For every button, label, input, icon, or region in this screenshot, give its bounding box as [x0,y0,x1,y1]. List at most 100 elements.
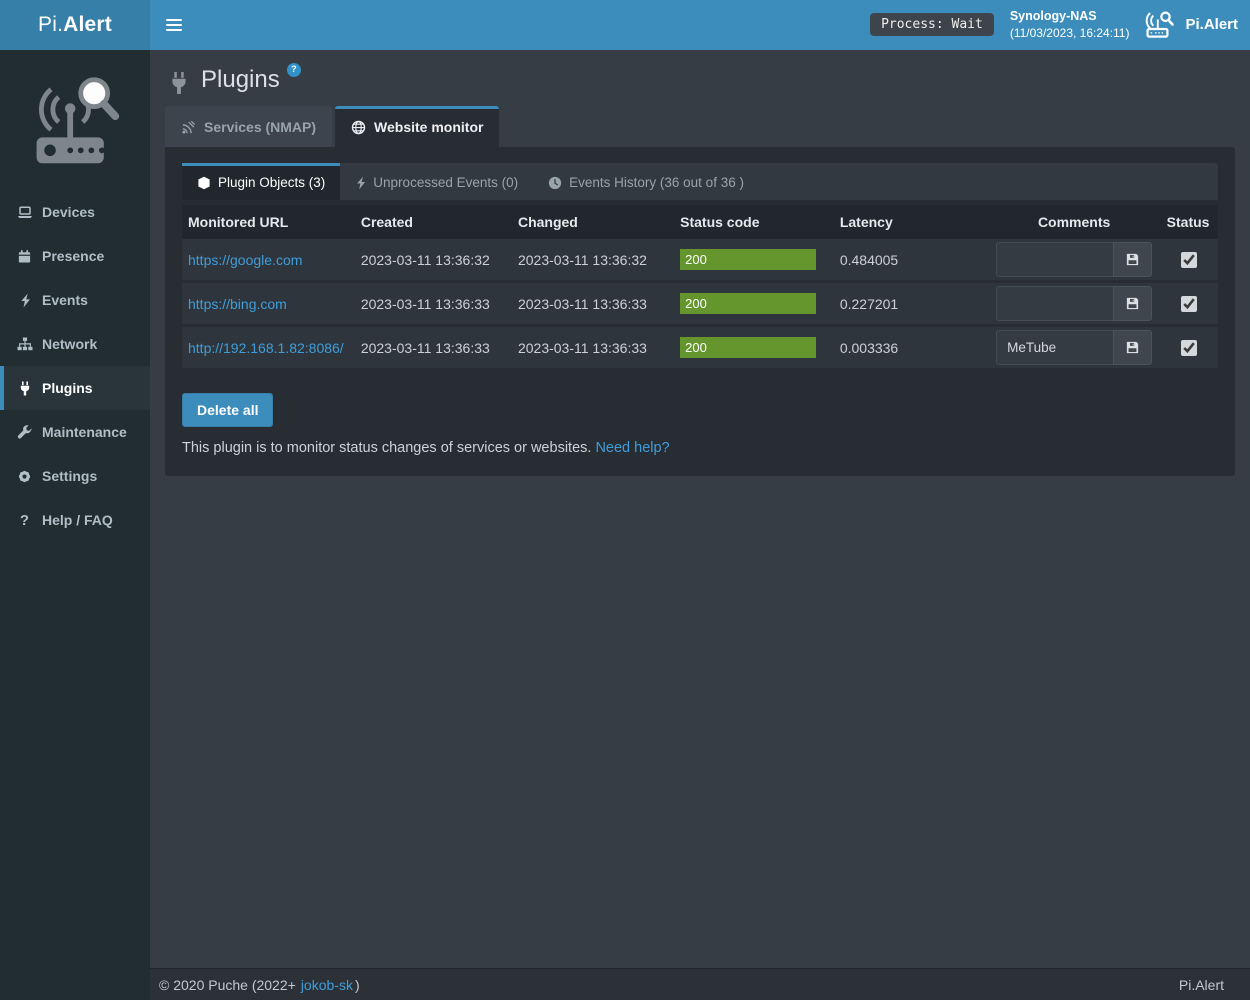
sidebar-item-plugins[interactable]: Plugins [0,366,150,410]
created-cell: 2023-03-11 13:36:32 [355,239,512,282]
sidebar-item-label: Settings [42,468,97,484]
sidebar-item-label: Network [42,336,97,352]
server-info: Synology-NAS (11/03/2023, 16:24:11) [1010,8,1130,42]
sidebar-item-label: Plugins [42,380,93,396]
tab-label: Plugin Objects (3) [218,175,325,190]
calendar-icon [16,249,33,264]
copyright-text: © 2020 Puche (2022+ [159,977,296,993]
clock-icon [548,176,562,190]
table-row: https://bing.com 2023-03-11 13:36:33 202… [182,282,1218,326]
question-icon: ? [16,512,33,529]
latency-cell: 0.227201 [834,282,990,326]
gear-icon [16,469,33,484]
app-logo[interactable]: Pi.Alert [0,0,150,50]
latency-cell: 0.484005 [834,239,990,282]
page-header: Plugins ? [165,50,1235,106]
sidebar-item-devices[interactable]: Devices [0,190,150,234]
sidebar-item-label: Events [42,292,88,308]
status-checkbox[interactable] [1181,252,1197,268]
navbar-right: Process: Wait Synology-NAS (11/03/2023, … [870,8,1250,42]
sidebar-item-events[interactable]: Events [0,278,150,322]
plug-icon [16,381,33,396]
cube-icon [197,176,211,190]
sidebar-item-presence[interactable]: Presence [0,234,150,278]
status-checkbox[interactable] [1181,340,1197,356]
monitored-urls-table: Monitored URL Created Changed Status cod… [182,205,1218,371]
description-text: This plugin is to monitor status changes… [182,440,591,456]
delete-all-button[interactable]: Delete all [182,393,273,427]
sidebar-item-network[interactable]: Network [0,322,150,366]
save-icon [1125,340,1140,355]
need-help-link[interactable]: Need help? [595,440,669,456]
changed-cell: 2023-03-11 13:36:32 [512,239,674,282]
tab-website-monitor[interactable]: Website monitor [335,106,499,147]
tab-events-history[interactable]: Events History (36 out of 36 ) [533,163,759,200]
jokob-sk-link[interactable]: jokob-sk [301,977,353,993]
comment-input-group [996,242,1152,277]
save-icon [1125,296,1140,311]
save-icon [1125,252,1140,267]
sidebar-menu: Devices Presence Events Network Plugins [0,190,150,542]
changed-cell: 2023-03-11 13:36:33 [512,282,674,326]
footer-copyright: © 2020 Puche (2022+ jokob-sk) [159,977,360,993]
changed-cell: 2023-03-11 13:36:33 [512,326,674,370]
save-comment-button[interactable] [1113,330,1152,365]
copyright-suffix: ) [355,977,360,993]
sidebar-item-label: Maintenance [42,424,127,440]
logo-text-alert: Alert [63,13,112,37]
sidebar-item-help[interactable]: ? Help / FAQ [0,498,150,542]
logo-text-pi: Pi. [38,13,63,37]
sitemap-icon [16,337,33,351]
save-comment-button[interactable] [1113,286,1152,321]
sidebar-item-maintenance[interactable]: Maintenance [0,410,150,454]
globe-icon [351,120,366,135]
comment-input[interactable] [996,330,1113,365]
footer-brand: Pi.Alert [1179,977,1224,993]
monitored-url-link[interactable]: https://bing.com [188,296,287,312]
sidebar-item-label: Presence [42,248,104,264]
tab-plugin-objects[interactable]: Plugin Objects (3) [182,163,340,200]
sidebar: Devices Presence Events Network Plugins [0,50,150,1000]
laptop-icon [16,205,33,220]
footer: © 2020 Puche (2022+ jokob-sk) Pi.Alert [150,968,1250,1000]
created-cell: 2023-03-11 13:36:33 [355,326,512,370]
panel-tabs: Plugin Objects (3) Unprocessed Events (0… [182,163,1218,200]
plug-icon [168,71,190,95]
status-code-bar: 200 [680,293,816,314]
sidebar-toggle-icon[interactable] [150,19,198,31]
tab-label: Events History (36 out of 36 ) [569,175,744,190]
process-status-badge: Process: Wait [870,13,994,36]
status-checkbox[interactable] [1181,296,1197,312]
bolt-icon [355,176,366,190]
sidebar-router-logo [0,50,150,190]
comment-input[interactable] [996,242,1113,277]
satellite-dish-icon [181,120,196,135]
help-badge[interactable]: ? [287,63,301,77]
status-code-bar: 200 [680,337,816,358]
sidebar-item-label: Devices [42,204,95,220]
col-changed: Changed [512,205,674,239]
tab-services-nmap[interactable]: Services (NMAP) [165,106,332,147]
plugin-tabs: Services (NMAP) Website monitor [165,106,1235,147]
table-header-row: Monitored URL Created Changed Status cod… [182,205,1218,239]
monitored-url-link[interactable]: http://192.168.1.82:8086/ [188,340,344,356]
tab-unprocessed-events[interactable]: Unprocessed Events (0) [340,163,533,200]
tab-label: Website monitor [374,119,483,135]
website-monitor-panel: Plugin Objects (3) Unprocessed Events (0… [165,147,1235,476]
col-latency: Latency [834,205,990,239]
tab-label: Services (NMAP) [204,119,316,135]
server-timestamp: (11/03/2023, 16:24:11) [1010,25,1130,42]
top-navbar: Process: Wait Synology-NAS (11/03/2023, … [150,0,1250,50]
col-created: Created [355,205,512,239]
status-code-bar: 200 [680,249,816,270]
monitored-url-link[interactable]: https://google.com [188,252,302,268]
comment-input[interactable] [996,286,1113,321]
bolt-icon [16,293,33,308]
latency-cell: 0.003336 [834,326,990,370]
save-comment-button[interactable] [1113,242,1152,277]
content-area: Plugins ? Services (NMAP) Website monito… [150,50,1250,968]
sidebar-item-settings[interactable]: Settings [0,454,150,498]
server-name: Synology-NAS [1010,8,1130,26]
navbar-brand[interactable]: Pi.Alert [1145,11,1238,38]
col-monitored-url: Monitored URL [182,205,355,239]
